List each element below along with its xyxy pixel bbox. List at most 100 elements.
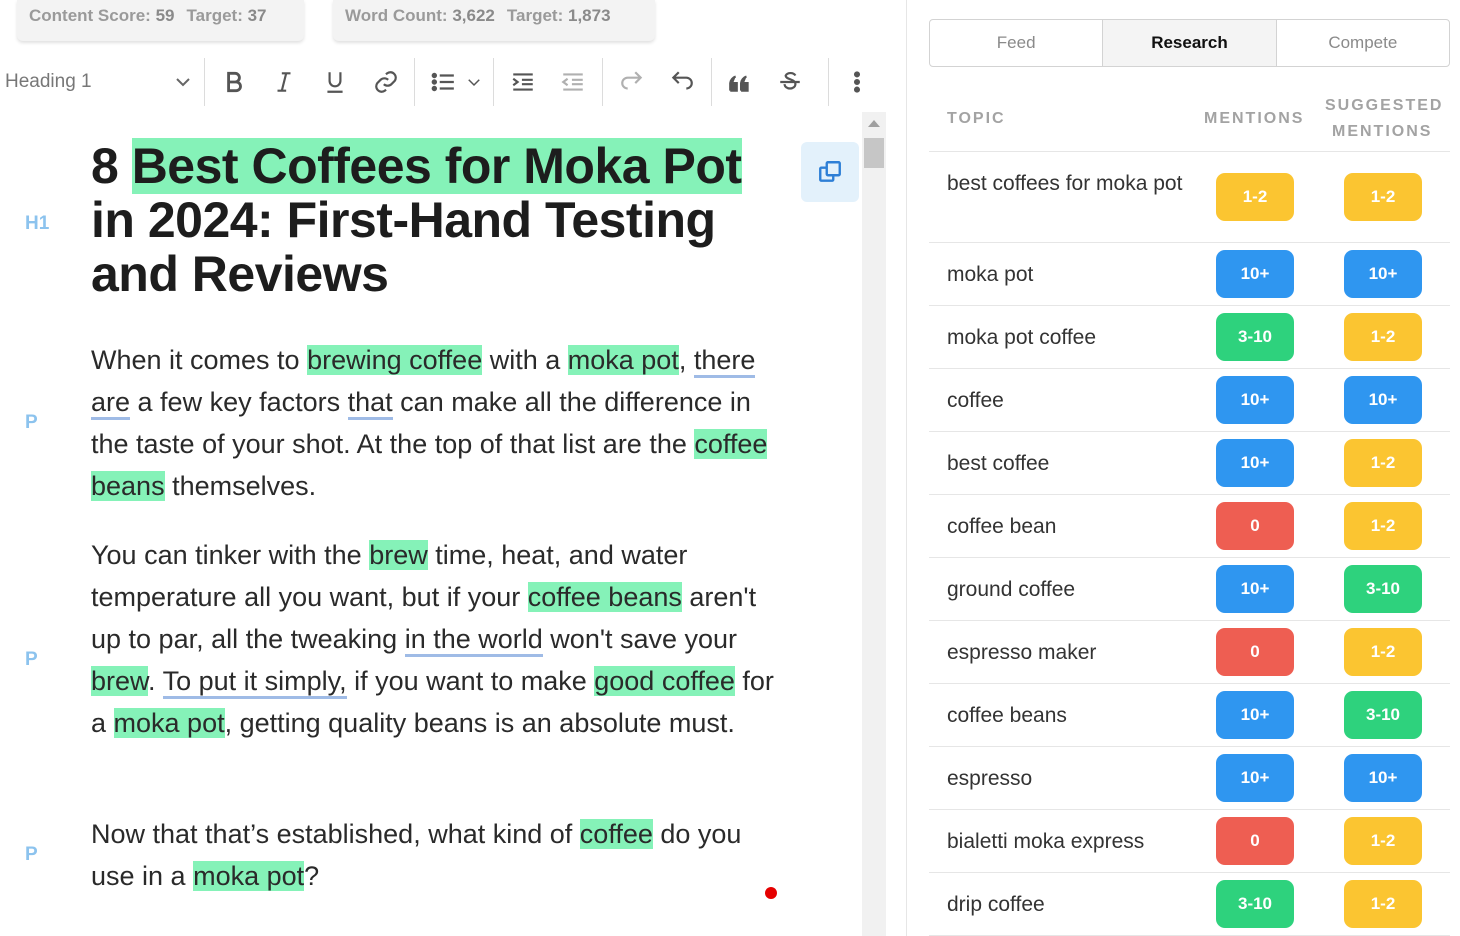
table-row[interactable]: bialetti moka express 0 1-2 <box>929 810 1450 873</box>
word-count-badge: Word Count: 3,622 Target: 1,873 <box>333 0 655 41</box>
paragraph-3[interactable]: Now that that’s established, what kind o… <box>91 813 791 897</box>
suggested-mentions-badge: 1-2 <box>1344 173 1422 221</box>
column-header-mentions: MENTIONS <box>1204 110 1305 127</box>
content-score-label: Content Score: <box>29 6 151 25</box>
table-row[interactable]: best coffee 10+ 1-2 <box>929 432 1450 495</box>
topic-label: espresso maker <box>947 641 1097 664</box>
mentions-badge: 10+ <box>1216 754 1294 802</box>
chevron-down-icon[interactable] <box>462 66 486 98</box>
content-score-badge: Content Score: 59 Target: 37 <box>17 0 304 41</box>
topic-label: moka pot <box>947 263 1034 286</box>
suggested-mentions-badge: 1-2 <box>1344 313 1422 361</box>
topic-label: coffee beans <box>947 704 1067 727</box>
topic-label: bialetti moka express <box>947 830 1145 853</box>
mentions-badge: 10+ <box>1216 565 1294 613</box>
research-panel: Feed Research Compete TOPIC MENTIONS SUG… <box>906 0 1460 936</box>
topics-table-header: TOPIC MENTIONS SUGGESTED MENTIONS <box>929 92 1450 152</box>
suggested-mentions-badge: 10+ <box>1344 376 1422 424</box>
suggested-mentions-badge: 10+ <box>1344 250 1422 298</box>
table-row[interactable]: espresso maker 0 1-2 <box>929 621 1450 684</box>
tab-compete[interactable]: Compete <box>1277 20 1449 66</box>
topic-label: drip coffee <box>947 893 1045 916</box>
table-row[interactable]: moka pot 10+ 10+ <box>929 243 1450 306</box>
word-target-label: Target: <box>506 6 564 25</box>
suggested-mentions-badge: 1-2 <box>1344 880 1422 928</box>
outdent-icon[interactable] <box>557 66 589 98</box>
topic-label: coffee <box>947 389 1004 412</box>
column-header-topic: TOPIC <box>947 110 1006 127</box>
bold-icon[interactable] <box>218 66 250 98</box>
topic-label: ground coffee <box>947 578 1076 601</box>
block-tag-p: P <box>25 649 38 670</box>
mentions-badge: 10+ <box>1216 691 1294 739</box>
content-target-label: Target: <box>186 6 243 25</box>
word-target-value: 1,873 <box>567 6 611 25</box>
topic-label: moka pot coffee <box>947 326 1097 349</box>
suggested-mentions-badge: 3-10 <box>1344 565 1422 613</box>
strikethrough-icon[interactable] <box>774 66 806 98</box>
column-header-suggested-mentions: MENTIONS <box>1332 123 1433 140</box>
quote-icon[interactable] <box>724 66 756 98</box>
word-count-value: 3,622 <box>452 6 495 25</box>
chevron-down-icon <box>176 78 190 87</box>
content-score-value: 59 <box>155 6 175 25</box>
table-row[interactable]: coffee bean 0 1-2 <box>929 495 1450 558</box>
table-row[interactable]: ground coffee 10+ 3-10 <box>929 558 1450 621</box>
redo-icon[interactable] <box>616 66 648 98</box>
scroll-up-icon[interactable] <box>868 120 880 127</box>
bullet-list-icon[interactable] <box>427 66 459 98</box>
topic-label: best coffee <box>947 452 1050 475</box>
underline-icon[interactable] <box>319 66 351 98</box>
tab-feed[interactable]: Feed <box>930 20 1104 66</box>
content-target-value: 37 <box>247 6 267 25</box>
suggested-mentions-badge: 1-2 <box>1344 817 1422 865</box>
suggested-mentions-badge: 1-2 <box>1344 628 1422 676</box>
formatting-toolbar: Heading 1 <box>0 52 886 112</box>
topic-label: coffee bean <box>947 515 1057 538</box>
block-tag-h1: H1 <box>25 213 50 234</box>
editor-pane: Content Score: 59 Target: 37 Word Count:… <box>0 0 906 936</box>
editor-content[interactable]: H1 8 Best Coffees for Moka Pot in 2024: … <box>0 112 862 936</box>
tab-research[interactable]: Research <box>1103 20 1277 66</box>
table-row[interactable]: moka pot coffee 3-10 1-2 <box>929 306 1450 369</box>
table-row[interactable]: coffee beans 10+ 3-10 <box>929 684 1450 747</box>
table-row[interactable]: drip coffee 3-10 1-2 <box>929 873 1450 936</box>
word-count-label: Word Count: <box>345 6 448 25</box>
block-tag-p: P <box>25 412 38 433</box>
copy-icon[interactable] <box>801 142 859 202</box>
topics-table: best coffees for moka pot 1-2 1-2 moka pot 1… <box>929 152 1450 936</box>
heading-style-select[interactable]: Heading 1 <box>5 62 191 102</box>
mentions-badge: 3-10 <box>1216 880 1294 928</box>
table-row[interactable]: best coffees for moka pot 1-2 1-2 <box>929 152 1450 243</box>
block-tag-p: P <box>25 844 38 865</box>
suggested-mentions-badge: 1-2 <box>1344 502 1422 550</box>
topic-label: best coffees for moka pot <box>947 172 1183 195</box>
paragraph-2[interactable]: You can tinker with the brew time, heat,… <box>91 534 791 744</box>
indent-icon[interactable] <box>507 66 539 98</box>
mentions-badge: 10+ <box>1216 439 1294 487</box>
link-icon[interactable] <box>370 66 402 98</box>
mentions-badge: 10+ <box>1216 250 1294 298</box>
more-icon[interactable] <box>841 66 873 98</box>
mentions-badge: 0 <box>1216 817 1294 865</box>
mentions-badge: 0 <box>1216 628 1294 676</box>
topic-label: espresso <box>947 767 1033 790</box>
italic-icon[interactable] <box>268 66 300 98</box>
scrollbar-thumb[interactable] <box>864 138 884 168</box>
mentions-badge: 10+ <box>1216 376 1294 424</box>
article-title[interactable]: 8 Best Coffees for Moka Pot in 2024: Fir… <box>91 138 791 301</box>
column-header-suggested: SUGGESTED <box>1325 97 1444 114</box>
panel-tabs: Feed Research Compete <box>929 19 1450 67</box>
suggested-mentions-badge: 3-10 <box>1344 691 1422 739</box>
table-row[interactable]: coffee 10+ 10+ <box>929 369 1450 432</box>
mentions-badge: 1-2 <box>1216 173 1294 221</box>
suggested-mentions-badge: 10+ <box>1344 754 1422 802</box>
mentions-badge: 3-10 <box>1216 313 1294 361</box>
suggested-mentions-badge: 1-2 <box>1344 439 1422 487</box>
editor-scrollbar[interactable] <box>862 112 886 936</box>
undo-icon[interactable] <box>666 66 698 98</box>
cursor-dot <box>765 887 777 899</box>
paragraph-1[interactable]: When it comes to brewing coffee with a m… <box>91 339 791 507</box>
table-row[interactable]: espresso 10+ 10+ <box>929 747 1450 810</box>
heading-style-value: Heading 1 <box>5 71 92 92</box>
